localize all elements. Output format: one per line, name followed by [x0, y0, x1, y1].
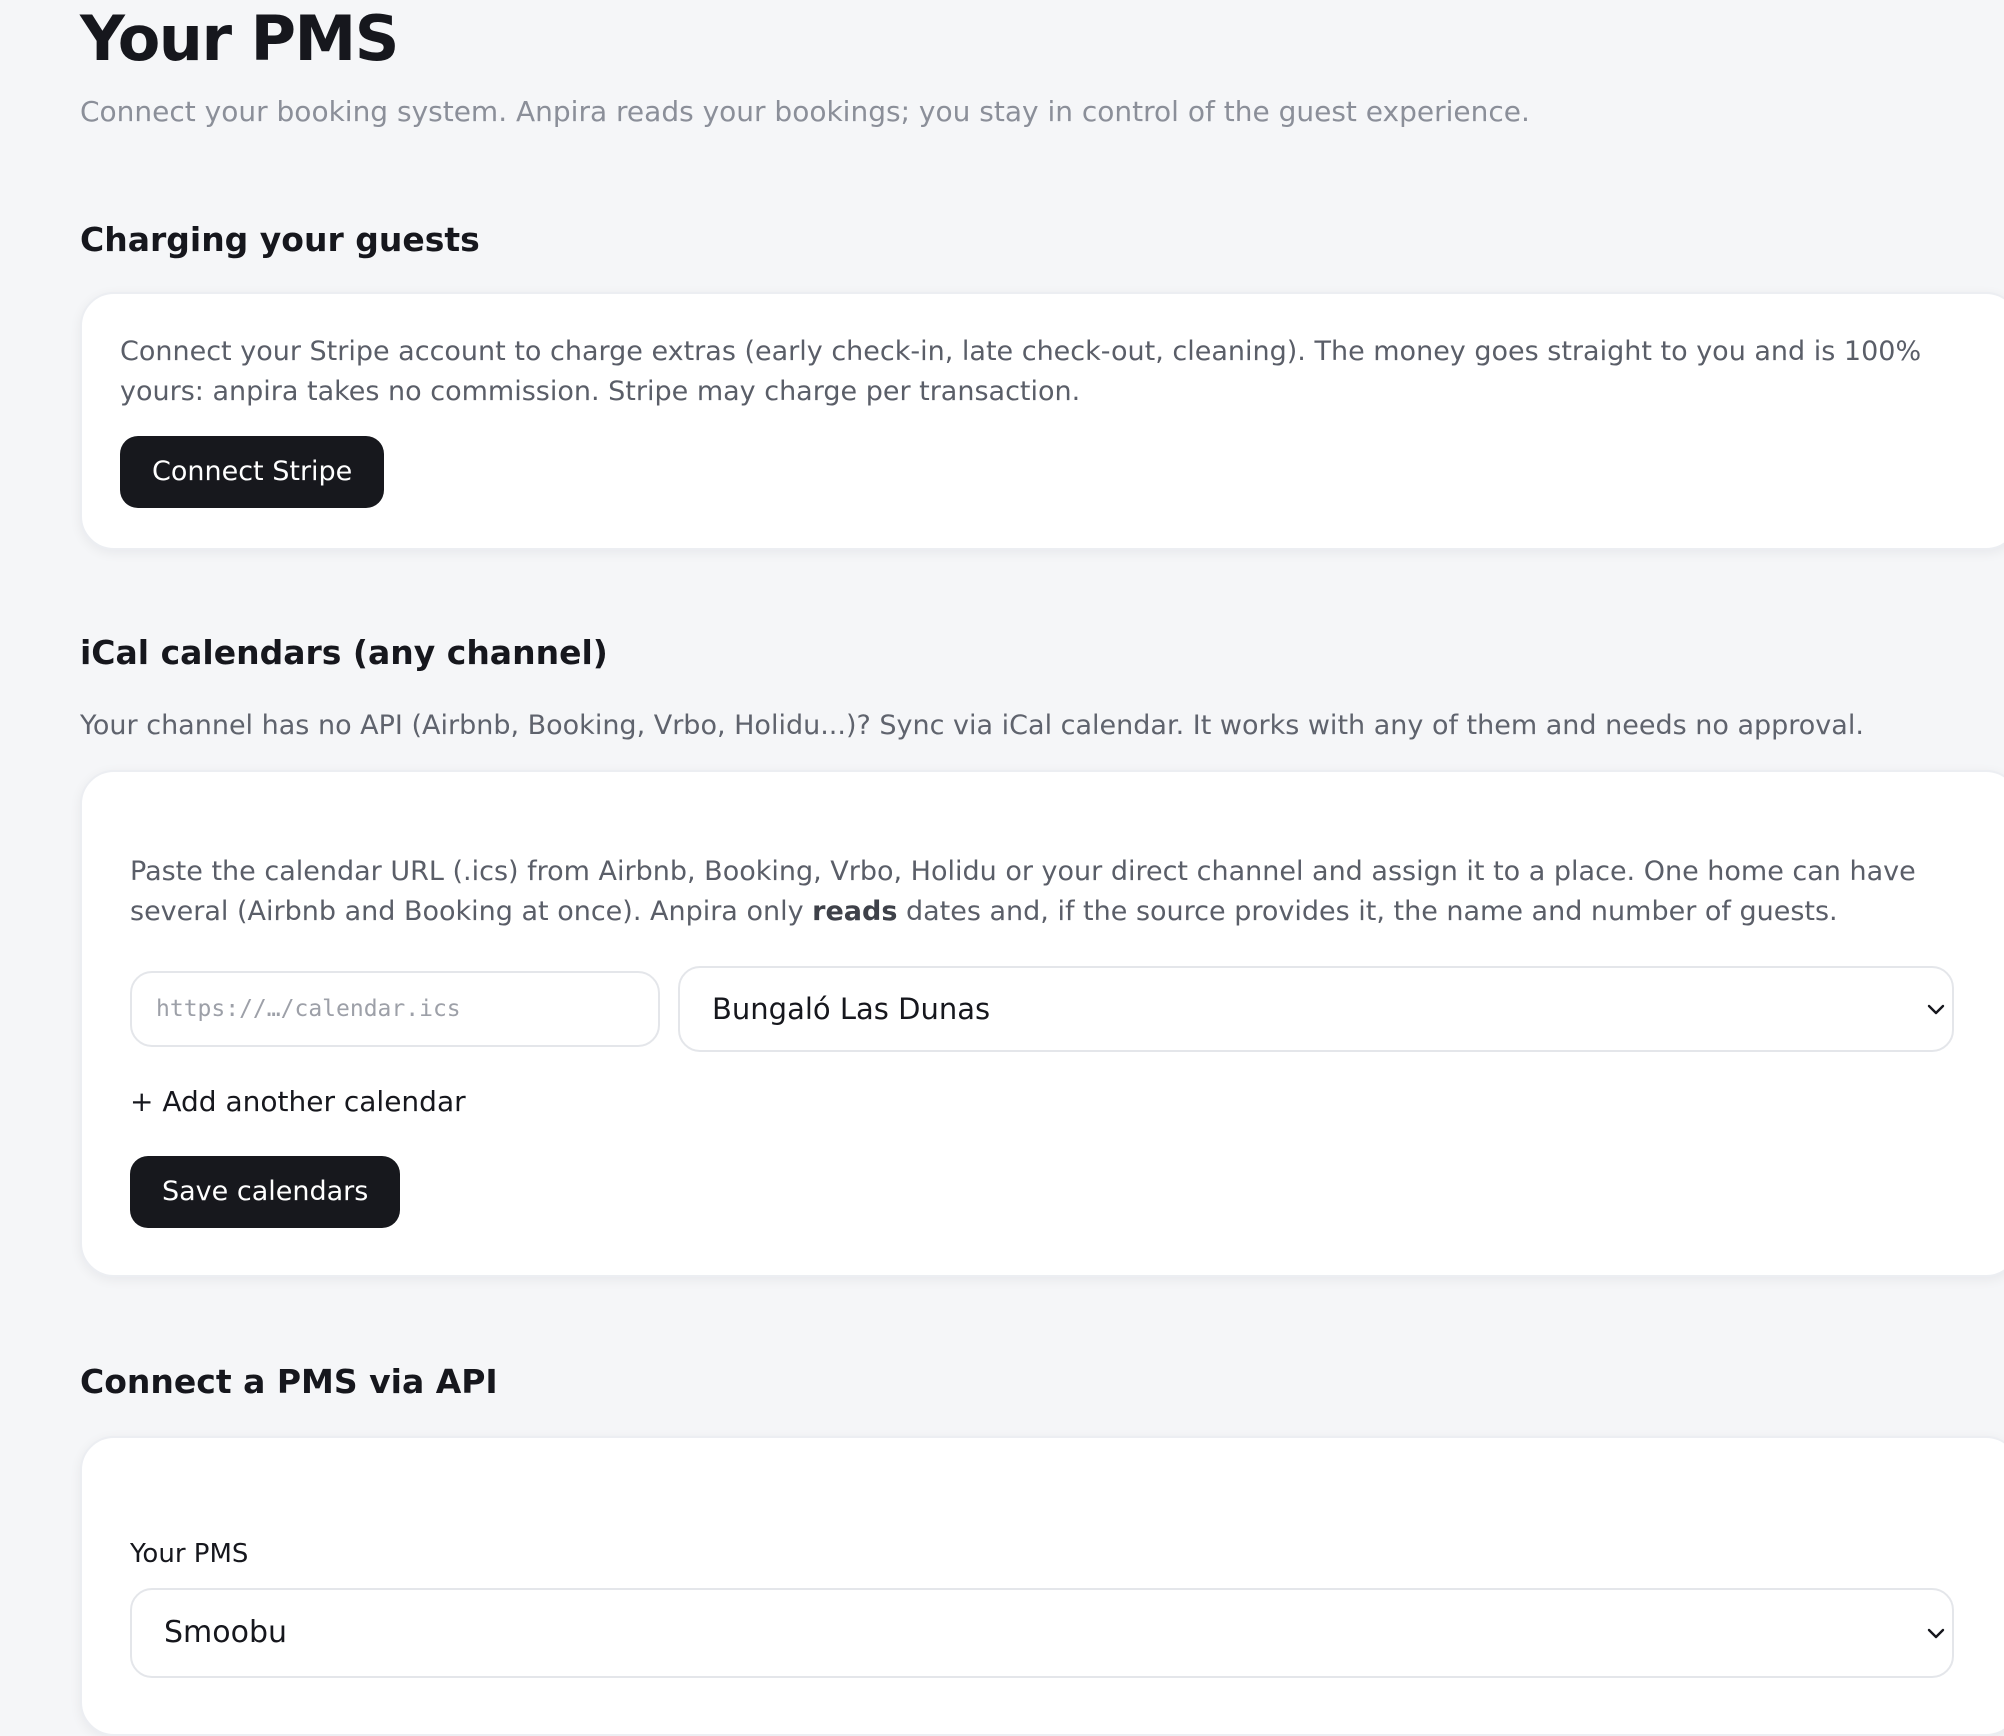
pms-select-value: Smoobu: [164, 1615, 288, 1650]
add-calendar-button[interactable]: + Add another calendar: [130, 1082, 466, 1122]
ical-instructions-emphasis: reads: [812, 896, 898, 927]
stripe-description: Connect your Stripe account to charge ex…: [120, 336, 1922, 407]
ical-section-description: Your channel has no API (Airbnb, Booking…: [80, 710, 1864, 741]
stripe-section-title: Charging your guests: [80, 220, 480, 259]
save-calendars-button[interactable]: Save calendars: [130, 1156, 401, 1228]
pms-field-label: Your PMS: [130, 1539, 249, 1569]
ical-instructions-text-end: dates and, if the source provides it, th…: [897, 896, 1838, 927]
stripe-card: Connect your Stripe account to charge ex…: [80, 292, 2004, 550]
calendar-url-input[interactable]: [130, 971, 660, 1047]
ical-card: Paste the calendar URL (.ics) from Airbn…: [80, 770, 2004, 1277]
page-subtitle: Connect your booking system. Anpira read…: [80, 95, 1530, 128]
api-card: Your PMS Smoobu: [80, 1436, 2004, 1736]
ical-section-title: iCal calendars (any channel): [80, 633, 608, 672]
api-section-title: Connect a PMS via API: [80, 1362, 498, 1401]
connect-stripe-button[interactable]: Connect Stripe: [120, 436, 385, 508]
chevron-down-icon: [1927, 1004, 1945, 1015]
chevron-down-icon: [1927, 1628, 1945, 1639]
place-select-value: Bungaló Las Dunas: [712, 992, 991, 1026]
page-title: Your PMS: [80, 2, 399, 75]
ical-instructions: Paste the calendar URL (.ics) from Airbn…: [130, 852, 1990, 932]
place-select[interactable]: Bungaló Las Dunas: [678, 966, 1954, 1052]
pms-select[interactable]: Smoobu: [130, 1588, 1954, 1678]
